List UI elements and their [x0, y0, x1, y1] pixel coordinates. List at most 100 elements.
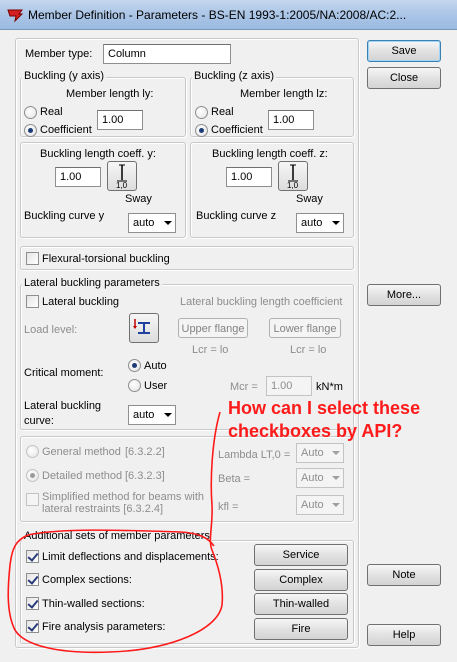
lcr-upper-label: Lcr = lo [192, 344, 229, 356]
fire-analysis-label: Fire analysis parameters: [42, 621, 166, 633]
mcr-input[interactable]: 1.00 [266, 376, 312, 396]
dialog-client: Save Close More... Note Help Member type… [0, 30, 457, 662]
member-type-label: Member type: [25, 48, 93, 60]
general-method-label: General method [42, 446, 121, 458]
buckling-y-title: Buckling (y axis) [22, 70, 107, 82]
chevron-down-icon [332, 503, 340, 507]
fire-analysis-checkbox[interactable] [26, 620, 39, 633]
lambda-value: Auto [301, 447, 324, 459]
sway-z-icon-text: 1,0 [287, 181, 299, 190]
general-method-ref: [6.3.2.2] [125, 446, 165, 458]
detailed-method-radio[interactable] [26, 469, 39, 482]
service-button[interactable]: Service [254, 544, 348, 566]
chevron-down-icon [164, 221, 172, 225]
note-button[interactable]: Note [367, 564, 441, 586]
buckling-curve-y-label: Buckling curve y [24, 210, 105, 222]
flexural-torsional-checkbox[interactable] [26, 252, 39, 265]
buckling-curve-y-select[interactable]: auto [128, 213, 176, 233]
lateral-length-coeff-label: Lateral buckling length coefficient [180, 296, 343, 308]
buckling-curve-y-value: auto [133, 217, 155, 229]
fire-button[interactable]: Fire [254, 618, 348, 640]
detailed-method-label: Detailed method [42, 470, 123, 482]
lcr-lower-label: Lcr = lo [290, 344, 327, 356]
limit-deflections-label: Limit deflections and displacements: [42, 551, 219, 563]
sway-z-label: Sway [296, 193, 323, 205]
simplified-method-label-line1: Simplified method for beams with [42, 491, 205, 503]
complex-sections-label: Complex sections: [42, 574, 132, 586]
thin-walled-button[interactable]: Thin-walled [254, 593, 348, 615]
simplified-method-checkbox[interactable] [26, 493, 39, 506]
critical-moment-auto-radio[interactable] [128, 359, 141, 372]
chevron-down-icon [332, 451, 340, 455]
buckling-curve-z-label: Buckling curve z [196, 210, 277, 222]
i-beam-icon [133, 319, 150, 334]
buckling-z-coefficient-radio[interactable] [195, 124, 208, 137]
chevron-down-icon [332, 221, 340, 225]
thin-walled-checkbox[interactable] [26, 597, 39, 610]
member-length-y-input[interactable]: 1.00 [97, 110, 143, 130]
buckling-y-real-radio[interactable] [24, 106, 37, 119]
beta-value: Auto [301, 472, 324, 484]
title-bar: Member Definition - Parameters - BS-EN 1… [0, 0, 457, 30]
beta-select[interactable]: Auto [296, 468, 344, 488]
lateral-curve-select[interactable]: auto [128, 405, 176, 425]
member-length-z-label: Member length lz: [240, 88, 328, 100]
limit-deflections-checkbox[interactable] [26, 550, 39, 563]
buckling-coeff-y-label: Buckling length coeff. y: [40, 148, 156, 160]
kfl-select[interactable]: Auto [296, 495, 344, 515]
lateral-buckling-label: Lateral buckling [42, 296, 120, 308]
mcr-unit-label: kN*m [316, 381, 343, 393]
buckling-coeff-z-input[interactable]: 1.00 [226, 167, 272, 187]
app-icon [7, 9, 24, 23]
thin-walled-label: Thin-walled sections: [42, 598, 145, 610]
beta-label: Beta = [218, 473, 251, 485]
critical-moment-auto-label: Auto [144, 360, 167, 372]
buckling-z-real-label: Real [211, 106, 234, 118]
critical-moment-user-label: User [144, 380, 168, 392]
buckling-y-coefficient-radio[interactable] [24, 124, 37, 137]
general-method-radio[interactable] [26, 445, 39, 458]
lambda-select[interactable]: Auto [296, 443, 344, 463]
buckling-curve-z-select[interactable]: auto [296, 213, 344, 233]
buckling-coeff-y-input[interactable]: 1.00 [55, 167, 101, 187]
chevron-down-icon [332, 476, 340, 480]
buckling-z-coefficient-label: Coefficient [211, 124, 263, 136]
lower-flange-button[interactable]: Lower flange [269, 318, 341, 338]
buckling-z-title: Buckling (z axis) [192, 70, 277, 82]
close-button[interactable]: Close [367, 67, 441, 89]
buckling-coeff-z-label: Buckling length coeff. z: [212, 148, 328, 160]
help-button[interactable]: Help [367, 624, 441, 646]
buckling-z-real-radio[interactable] [195, 106, 208, 119]
critical-moment-user-radio[interactable] [128, 379, 141, 392]
load-level-label: Load level: [24, 324, 78, 336]
member-type-field[interactable]: Column [103, 44, 231, 64]
upper-flange-button[interactable]: Upper flange [178, 318, 248, 338]
simplified-method-label-line2: lateral restraints [6.3.2.4] [42, 503, 164, 515]
kfl-value: Auto [301, 499, 324, 511]
sway-y-button[interactable]: 1,0 [107, 161, 137, 191]
lateral-buckling-checkbox[interactable] [26, 295, 39, 308]
annotation-text-line1: How can I select these [228, 398, 421, 418]
flexural-torsional-label: Flexural-torsional buckling [42, 253, 170, 265]
sway-y-icon-text: 1,0 [116, 181, 128, 190]
kfl-label: kfl = [218, 501, 239, 513]
sway-z-button[interactable]: 1,0 [278, 161, 308, 191]
complex-sections-checkbox[interactable] [26, 573, 39, 586]
critical-moment-label: Critical moment: [24, 367, 104, 379]
lateral-curve-value: auto [133, 409, 155, 421]
save-button[interactable]: Save [367, 40, 441, 62]
buckling-y-coefficient-label: Coefficient [40, 124, 92, 136]
lateral-curve-label-line2: curve: [24, 415, 54, 427]
window-title: Member Definition - Parameters - BS-EN 1… [28, 8, 407, 22]
load-level-button[interactable] [129, 313, 159, 343]
additional-sets-title: Additional sets of member parameters [22, 530, 212, 542]
buckling-curve-z-value: auto [301, 217, 323, 229]
detailed-method-ref: [6.3.2.3] [125, 470, 165, 482]
more-button[interactable]: More... [367, 284, 441, 306]
member-length-y-label: Member length ly: [66, 88, 154, 100]
mcr-label: Mcr = [230, 381, 258, 393]
lateral-buckling-title: Lateral buckling parameters [22, 277, 162, 289]
lambda-label: Lambda LT,0 = [218, 449, 291, 461]
member-length-z-input[interactable]: 1.00 [268, 110, 314, 130]
complex-button[interactable]: Complex [254, 569, 348, 591]
